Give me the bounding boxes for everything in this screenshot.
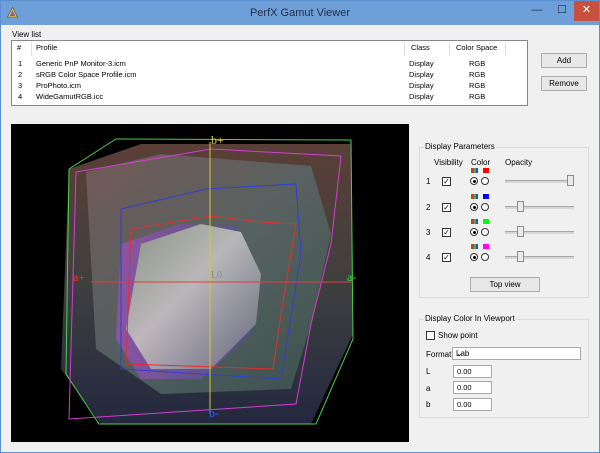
row-index: 1 bbox=[18, 59, 23, 68]
row-index: 4 bbox=[18, 92, 23, 101]
row-profile-name: ProPhoto.icm bbox=[36, 81, 82, 90]
row-class: Display bbox=[409, 70, 434, 79]
profile-row[interactable]: 2 sRGB Color Space Profile.icm Display R… bbox=[12, 70, 527, 80]
opacity-slider-3[interactable] bbox=[517, 226, 524, 237]
row-class: Display bbox=[409, 81, 434, 90]
format-label: Format bbox=[426, 350, 452, 359]
show-point-checkbox[interactable] bbox=[426, 331, 435, 340]
profile-row[interactable]: 3 ProPhoto.icm Display RGB bbox=[12, 81, 527, 91]
row-color-space: RGB bbox=[469, 59, 486, 68]
column-divider[interactable] bbox=[404, 42, 405, 56]
visibility-header: Visibility bbox=[434, 158, 463, 167]
profile-list[interactable]: # Profile Class Color Space 1 Generic Pn… bbox=[11, 40, 528, 106]
add-button[interactable]: Add bbox=[541, 53, 587, 68]
close-button[interactable]: ✕ bbox=[574, 1, 599, 21]
title-bar: PerfX Gamut Viewer — ☐ ✕ bbox=[1, 1, 599, 25]
radio-multicolor-3[interactable] bbox=[470, 228, 478, 236]
opacity-track-4[interactable] bbox=[505, 256, 574, 259]
display-color-title: Display Color In Viewport bbox=[424, 314, 516, 323]
field-label-a: a bbox=[426, 384, 431, 393]
view-list-label: View list bbox=[12, 30, 42, 39]
radio-multicolor-4[interactable] bbox=[470, 253, 478, 261]
field-label-b: b bbox=[426, 400, 431, 409]
color-swatch-1 bbox=[483, 168, 489, 173]
opacity-slider-1[interactable] bbox=[567, 175, 574, 186]
field-label-l: L bbox=[426, 367, 431, 376]
display-parameters-title: Display Parameters bbox=[424, 142, 496, 151]
color-swatch-2 bbox=[483, 194, 489, 199]
main-window: PerfX Gamut Viewer — ☐ ✕ View list # Pro… bbox=[0, 0, 600, 453]
param-row-index: 3 bbox=[426, 228, 431, 237]
opacity-slider-4[interactable] bbox=[517, 251, 524, 262]
visibility-checkbox-1[interactable]: ✓ bbox=[442, 177, 451, 186]
opacity-track-3[interactable] bbox=[505, 231, 574, 234]
a-value-field[interactable]: 0.00 bbox=[453, 381, 492, 394]
param-row-index: 1 bbox=[426, 177, 431, 186]
color-header: Color bbox=[471, 158, 491, 167]
axis-label-b-minus: b- bbox=[209, 406, 219, 420]
axis-label-b-plus: b+ bbox=[211, 133, 224, 147]
visibility-checkbox-4[interactable]: ✓ bbox=[442, 253, 451, 262]
column-header-profile[interactable]: Profile bbox=[36, 43, 57, 52]
visibility-checkbox-3[interactable]: ✓ bbox=[442, 228, 451, 237]
row-profile-name: WideGamutRGB.icc bbox=[36, 92, 104, 101]
minimize-button[interactable]: — bbox=[524, 1, 550, 21]
radio-solid-color-1[interactable] bbox=[481, 177, 489, 185]
profile-row[interactable]: 4 WideGamutRGB.icc Display RGB bbox=[12, 92, 527, 102]
show-point-label: Show point bbox=[438, 331, 478, 340]
opacity-track-1[interactable] bbox=[505, 180, 574, 183]
row-profile-name: sRGB Color Space Profile.icm bbox=[36, 70, 137, 79]
radio-solid-color-3[interactable] bbox=[481, 228, 489, 236]
window-title: PerfX Gamut Viewer bbox=[249, 7, 351, 19]
opacity-slider-2[interactable] bbox=[517, 201, 524, 212]
color-swatch-3 bbox=[483, 219, 489, 224]
opacity-track-2[interactable] bbox=[505, 206, 574, 209]
b-value-field[interactable]: 0.00 bbox=[453, 398, 492, 411]
column-divider[interactable] bbox=[31, 42, 32, 56]
radio-multicolor-2[interactable] bbox=[470, 203, 478, 211]
axis-label-a-minus: a- bbox=[347, 270, 357, 284]
column-header-class[interactable]: Class bbox=[411, 43, 430, 52]
row-class: Display bbox=[409, 92, 434, 101]
column-header-color-space[interactable]: Color Space bbox=[456, 43, 497, 52]
row-class: Display bbox=[409, 59, 434, 68]
gamut-viewport[interactable]: b+ b- a+ a- L0 bbox=[11, 124, 409, 442]
row-color-space: RGB bbox=[469, 81, 486, 90]
chevron-down-icon: ⌄ bbox=[456, 349, 463, 358]
column-divider[interactable] bbox=[449, 42, 450, 56]
column-divider[interactable] bbox=[505, 42, 506, 56]
l-value-field[interactable]: 0.00 bbox=[453, 365, 492, 378]
visibility-checkbox-2[interactable]: ✓ bbox=[442, 203, 451, 212]
top-view-button[interactable]: Top view bbox=[470, 277, 540, 292]
remove-button[interactable]: Remove bbox=[541, 76, 587, 91]
param-row-index: 4 bbox=[426, 253, 431, 262]
radio-solid-color-4[interactable] bbox=[481, 253, 489, 261]
display-parameters-group: Display Parameters bbox=[419, 142, 589, 298]
radio-solid-color-2[interactable] bbox=[481, 203, 489, 211]
row-profile-name: Generic PnP Monitor-3.icm bbox=[36, 59, 126, 68]
row-color-space: RGB bbox=[469, 70, 486, 79]
profile-row[interactable]: 1 Generic PnP Monitor-3.icm Display RGB bbox=[12, 59, 527, 69]
maximize-button[interactable]: ☐ bbox=[549, 1, 575, 21]
format-select[interactable]: Lab ⌄ bbox=[452, 347, 581, 360]
opacity-header: Opacity bbox=[505, 158, 533, 167]
param-row-index: 2 bbox=[426, 203, 431, 212]
radio-multicolor-1[interactable] bbox=[470, 177, 478, 185]
axis-label-center: L0 bbox=[211, 270, 223, 281]
column-header-index[interactable]: # bbox=[17, 43, 21, 52]
color-swatch-4 bbox=[483, 244, 489, 249]
row-index: 2 bbox=[18, 70, 23, 79]
row-color-space: RGB bbox=[469, 92, 486, 101]
row-index: 3 bbox=[18, 81, 23, 90]
axis-label-a-plus: a+ bbox=[73, 270, 86, 284]
